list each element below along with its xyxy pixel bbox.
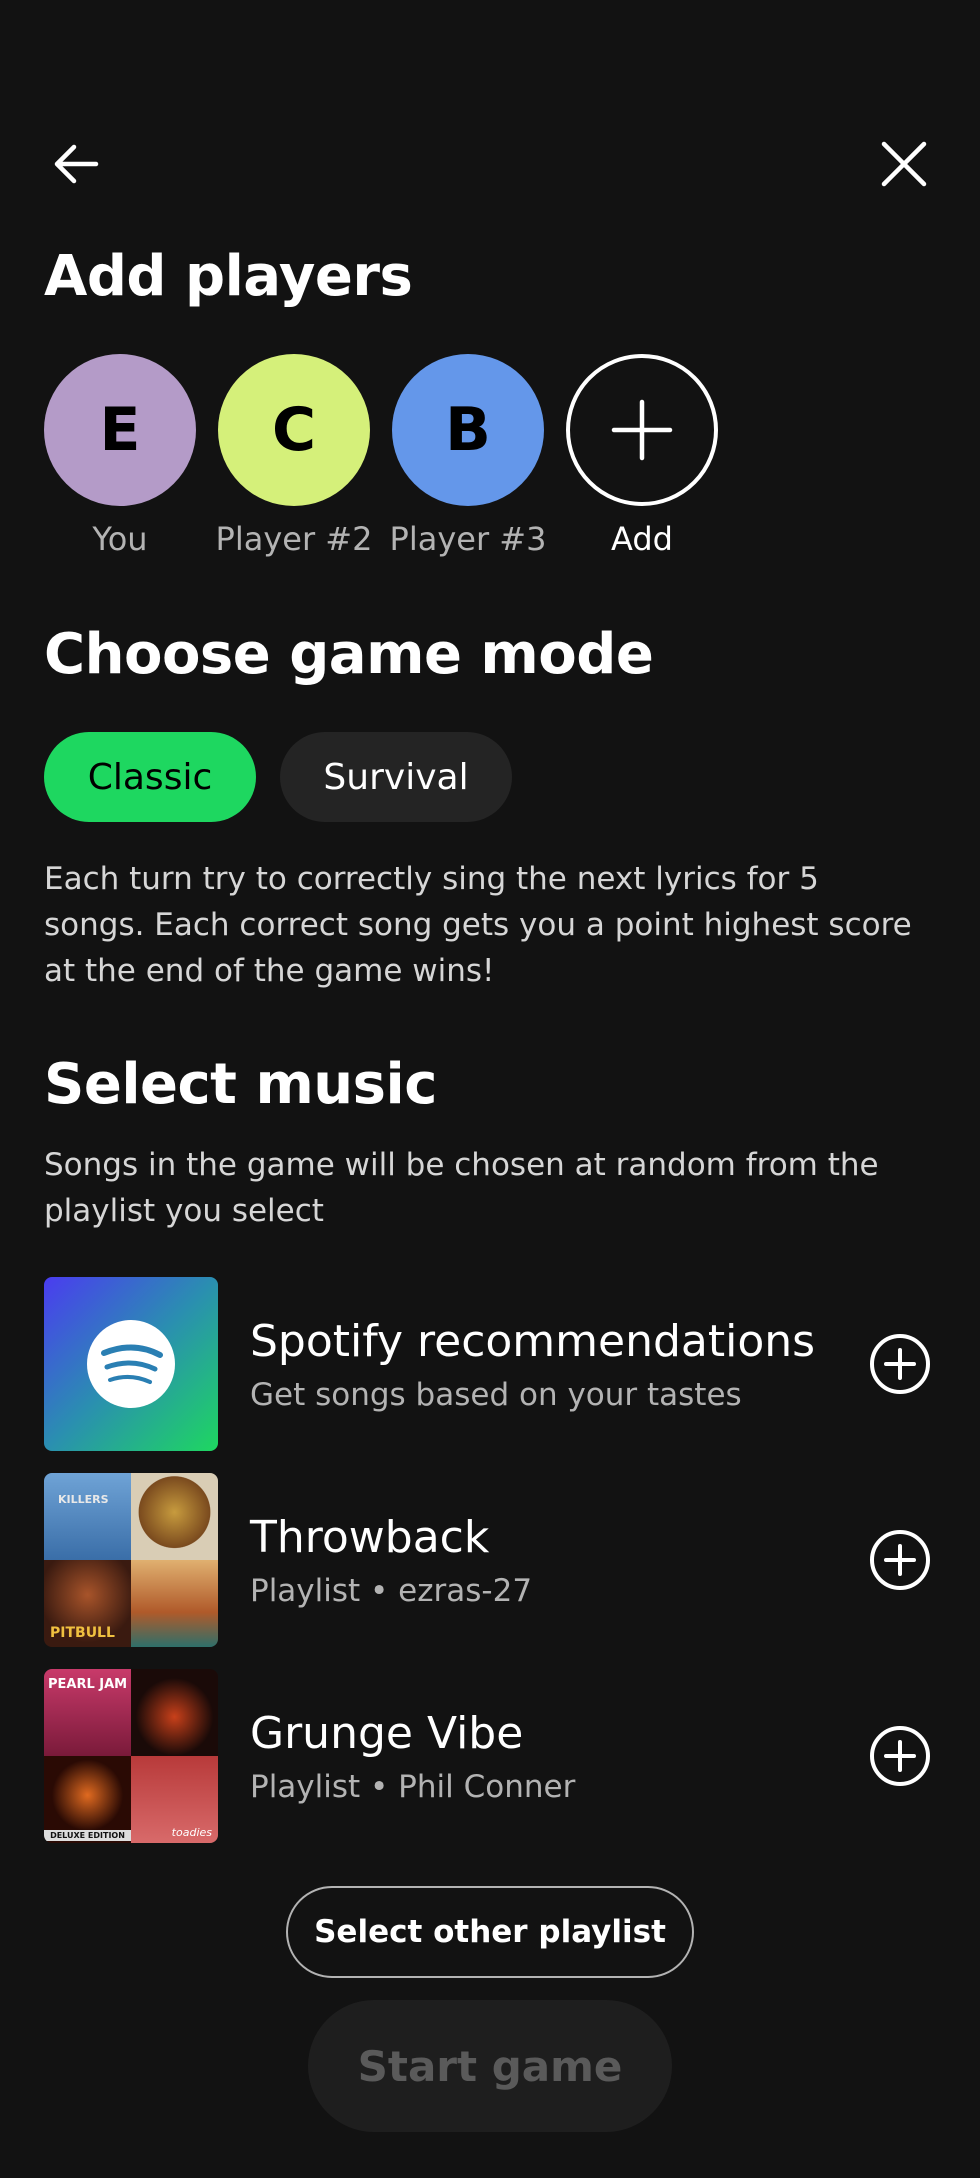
playlist-subtitle: Playlist • ezras-27 [250,1572,533,1609]
playlist-item-throwback[interactable]: KILLERS PITBULL Throwback Playlist • ezr… [44,1473,936,1647]
album-art: PEARL JAM [44,1669,131,1756]
playlist-cover: KILLERS PITBULL [44,1473,218,1647]
album-art [131,1560,218,1647]
avatar: E [44,354,196,506]
select-other-playlist-button[interactable]: Select other playlist [286,1886,694,1978]
game-mode-description: Each turn try to correctly sing the next… [44,861,912,989]
album-art: DELUXE EDITION [44,1756,131,1843]
player-2[interactable]: C Player #2 [215,354,373,558]
add-circle-icon [870,1530,930,1590]
start-game-button[interactable]: Start game [308,2000,672,2132]
spotify-logo-icon [87,1320,175,1408]
player-label: You [92,520,148,558]
player-label: Player #2 [215,520,373,558]
add-player-label: Add [611,520,673,558]
playlist-subtitle: Get songs based on your tastes [250,1376,742,1413]
album-art: toadies [131,1756,218,1843]
close-button[interactable] [868,128,940,200]
playlist-item-grunge-vibe[interactable]: PEARL JAM DELUXE EDITION toadies Grunge … [44,1669,936,1843]
mode-survival-chip[interactable]: Survival [280,732,512,822]
album-art: KILLERS [44,1473,131,1560]
add-players-title: Add players [44,244,413,309]
playlist-title: Grunge Vibe [250,1707,524,1759]
players-list: E You C Player #2 B Player #3 Add [44,354,718,558]
game-mode-options: Classic Survival [44,732,512,822]
mode-classic-chip[interactable]: Classic [44,732,256,822]
avatar: B [392,354,544,506]
close-icon [881,141,927,187]
player-3[interactable]: B Player #3 [389,354,547,558]
add-playlist-button[interactable] [864,1720,936,1792]
add-playlist-button[interactable] [864,1524,936,1596]
add-player-button[interactable]: Add [566,354,718,558]
add-circle-icon [870,1726,930,1786]
album-art-text: DELUXE EDITION [44,1830,131,1841]
playlist-subtitle: Playlist • Phil Conner [250,1768,576,1805]
arrow-left-icon [54,144,99,184]
playlist-cover [44,1277,218,1451]
album-art-text: KILLERS [58,1493,109,1506]
avatar: C [218,354,370,506]
player-label: Player #3 [389,520,547,558]
playlist-title: Spotify recommendations [250,1315,816,1367]
game-mode-title: Choose game mode [44,622,654,687]
add-playlist-button[interactable] [864,1328,936,1400]
album-art-text: PITBULL [50,1625,115,1641]
select-music-title: Select music [44,1052,437,1117]
album-art-text: PEARL JAM [48,1677,128,1692]
player-you[interactable]: E You [44,354,196,558]
add-player-circle [566,354,718,506]
album-art-text: toadies [171,1826,212,1839]
album-art [131,1669,218,1756]
select-music-description: Songs in the game will be chosen at rand… [44,1147,879,1229]
add-circle-icon [870,1334,930,1394]
playlist-title: Throwback [250,1511,490,1563]
playlist-item-spotify-recommendations[interactable]: Spotify recommendations Get songs based … [44,1277,936,1451]
album-art: PITBULL [44,1560,131,1647]
plus-icon [611,399,673,461]
back-button[interactable] [40,128,112,200]
playlist-cover: PEARL JAM DELUXE EDITION toadies [44,1669,218,1843]
album-art [131,1473,218,1560]
